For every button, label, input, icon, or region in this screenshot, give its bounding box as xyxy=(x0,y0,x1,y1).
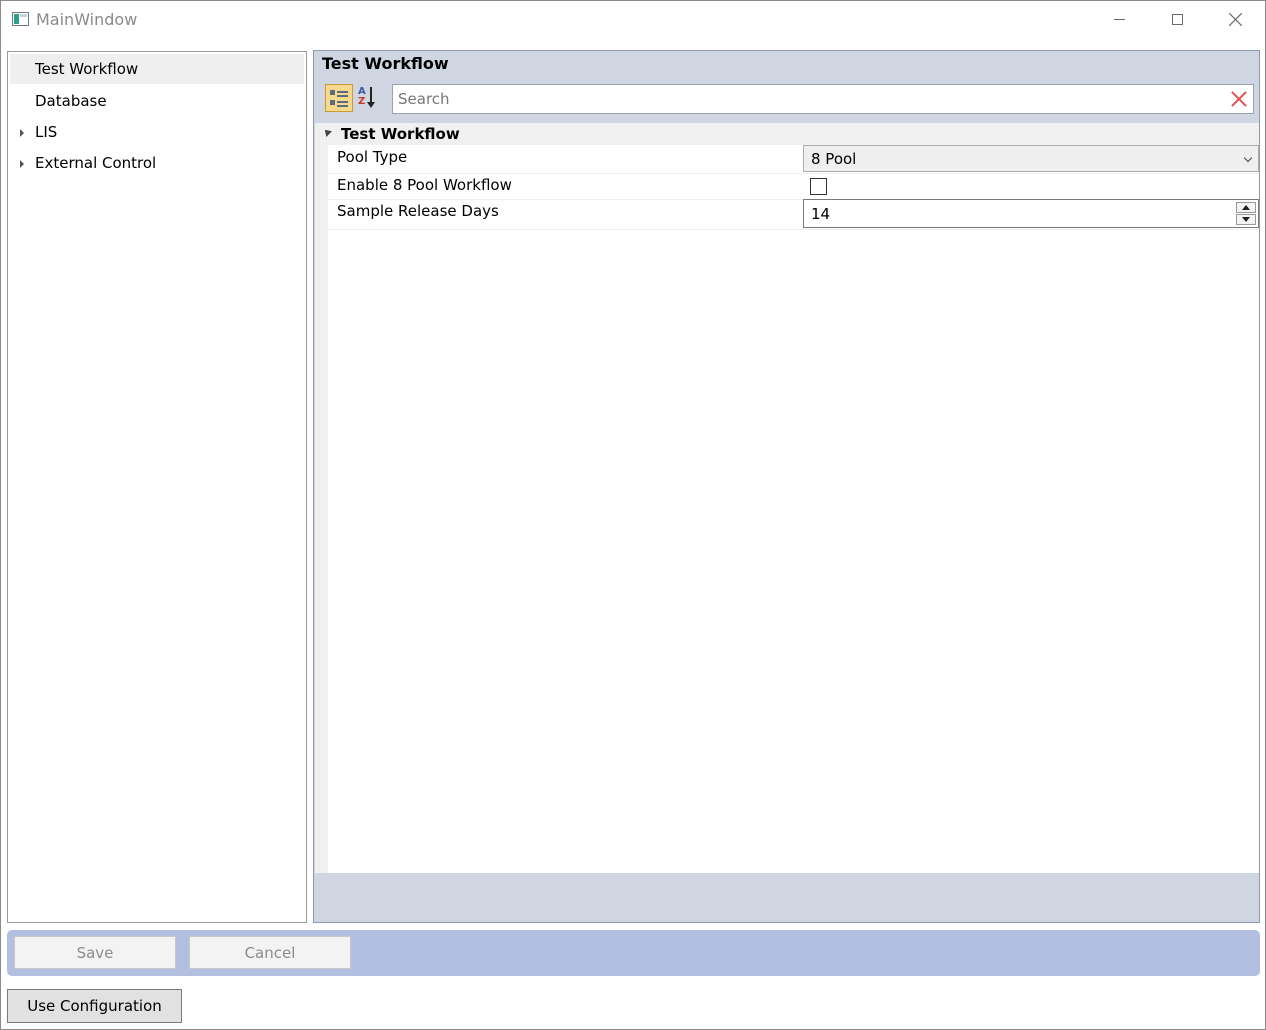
property-grid-title: Test Workflow xyxy=(322,54,449,73)
app-icon xyxy=(12,12,29,26)
pool-type-dropdown[interactable]: 8 Pool xyxy=(803,145,1259,172)
tree-item-lis[interactable]: LIS xyxy=(10,117,304,147)
maximize-button[interactable] xyxy=(1148,1,1206,37)
tree-item-external-control[interactable]: External Control xyxy=(10,148,304,178)
expand-arrow-icon[interactable] xyxy=(20,160,24,168)
use-configuration-button[interactable]: Use Configuration xyxy=(7,989,182,1023)
category-header[interactable]: Test Workflow xyxy=(315,123,1259,145)
spin-up-button[interactable] xyxy=(1236,202,1256,213)
chevron-down-icon xyxy=(1243,153,1253,163)
dropdown-selected-value: 8 Pool xyxy=(811,150,857,168)
tree-item-label: LIS xyxy=(35,123,58,141)
tree-item-database[interactable]: Database xyxy=(10,86,304,116)
window-title: MainWindow xyxy=(36,10,138,29)
property-row: Enable 8 Pool Workflow xyxy=(328,173,1259,200)
minimize-button[interactable] xyxy=(1090,1,1148,37)
property-row: Pool Type 8 Pool xyxy=(328,145,1259,174)
tree-item-label: Test Workflow xyxy=(35,60,139,78)
enable-8-pool-workflow-checkbox[interactable] xyxy=(810,178,827,195)
category-label: Test Workflow xyxy=(341,125,460,143)
arrow-up-icon xyxy=(1242,205,1250,210)
action-bar: Save Cancel xyxy=(7,930,1260,976)
minimize-icon xyxy=(1113,18,1125,20)
arrow-down-icon xyxy=(1242,217,1250,222)
spinner-value: 14 xyxy=(811,205,831,223)
expand-arrow-icon[interactable] xyxy=(20,129,24,137)
close-button[interactable] xyxy=(1206,1,1264,37)
title-bar[interactable]: MainWindow xyxy=(1,1,1265,37)
property-name: Pool Type xyxy=(337,148,408,166)
categorized-view-button[interactable] xyxy=(325,84,353,112)
close-icon xyxy=(1228,12,1242,26)
grid-gutter xyxy=(315,123,328,873)
tree-item-test-workflow[interactable]: Test Workflow xyxy=(10,54,304,84)
spin-down-button[interactable] xyxy=(1236,214,1256,225)
property-name: Sample Release Days xyxy=(337,202,499,220)
tree-item-label: External Control xyxy=(35,154,157,172)
sample-release-days-input[interactable]: 14 xyxy=(803,199,1259,228)
view-mode-toolbar: AZ xyxy=(323,82,383,114)
cancel-button[interactable]: Cancel xyxy=(189,936,351,969)
tree-item-label: Database xyxy=(35,92,107,110)
clear-search-icon[interactable] xyxy=(1229,89,1249,109)
settings-tree: Test Workflow Database LIS External Cont… xyxy=(7,51,307,923)
search-box[interactable] xyxy=(392,84,1254,114)
property-grid: Test Workflow AZ Test Workflow Pool Type xyxy=(313,50,1260,923)
alphabetical-sort-button[interactable]: AZ xyxy=(356,84,382,112)
search-input[interactable] xyxy=(393,85,1223,113)
collapse-arrow-icon[interactable] xyxy=(322,127,332,137)
property-name: Enable 8 Pool Workflow xyxy=(337,176,512,194)
property-list: Test Workflow Pool Type 8 Pool Enable 8 … xyxy=(315,123,1259,873)
save-button[interactable]: Save xyxy=(14,936,176,969)
property-row: Sample Release Days 14 xyxy=(328,199,1259,230)
maximize-icon xyxy=(1171,13,1183,25)
